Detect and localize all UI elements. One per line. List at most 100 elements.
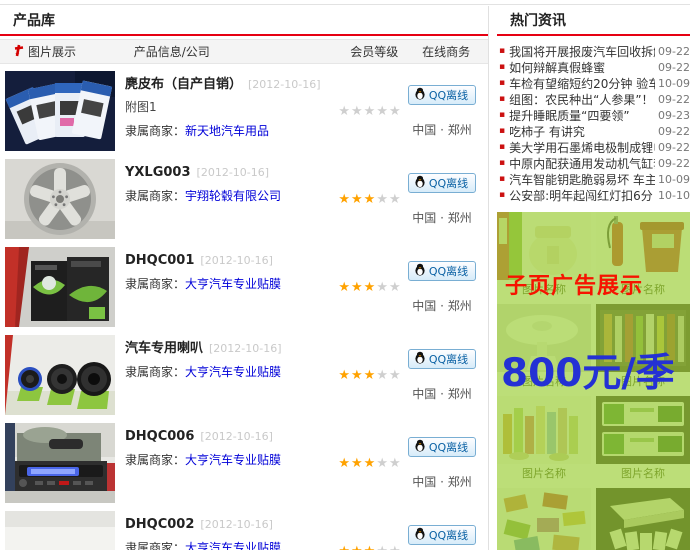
qq-penguin-icon <box>414 87 426 103</box>
qq-status-button[interactable]: QQ离线 <box>408 85 476 105</box>
news-link[interactable]: 车检有望缩短约20分钟 验车将 <box>509 75 655 92</box>
news-link[interactable]: 我国将开展报废汽车回收拆解 <box>509 43 655 60</box>
product-image-film-boxes[interactable] <box>5 247 115 327</box>
qq-status-button[interactable]: QQ离线 <box>408 173 476 193</box>
news-item[interactable]: ▪我国将开展报废汽车回收拆解09-22 <box>497 43 690 59</box>
product-image-car-stereo[interactable] <box>5 423 115 503</box>
news-date: 09-22 <box>658 125 690 138</box>
qq-penguin-icon <box>414 527 426 543</box>
product-attachment[interactable]: 附图1 <box>125 98 340 115</box>
product-image-car-product[interactable] <box>5 511 115 550</box>
sidebar: 热门资讯 ▪我国将开展报废汽车回收拆解09-22 ▪如何辩解真假蜂蜜09-22 … <box>497 6 690 550</box>
product-name[interactable]: DHQC001 <box>125 253 194 268</box>
product-library-panel: 产品库 图片展示 产品信息/公司 会员等级 在线商务 <box>0 6 489 550</box>
product-name[interactable]: YXLG003 <box>125 165 191 180</box>
rating-stars: ★★★★★ <box>338 280 401 295</box>
ad-banner[interactable]: 图片名称 图片名称 图片名称 图片名称 图片名称 <box>497 212 690 550</box>
qq-status-label: QQ离线 <box>429 351 468 367</box>
news-list: ▪我国将开展报废汽车回收拆解09-22 ▪如何辩解真假蜂蜜09-22 ▪车检有望… <box>497 43 690 203</box>
vendor-label: 隶属商家： <box>125 365 185 379</box>
product-row: DHQC001[2012-10-16] 隶属商家：大亨汽车专业贴膜 ★★★★★ … <box>0 240 488 328</box>
product-image-suede-cloth[interactable] <box>5 71 115 151</box>
news-item[interactable]: ▪ 组图：农民种出“人参果”！09-22 <box>497 91 690 107</box>
news-date: 09-22 <box>658 93 690 106</box>
qq-status-label: QQ离线 <box>429 527 468 543</box>
bullet-icon: ▪ <box>499 174 505 184</box>
rating-stars: ★★★★★ <box>338 104 401 119</box>
vendor-link[interactable]: 大亨汽车专业贴膜 <box>185 365 281 379</box>
vendor-link[interactable]: 大亨汽车专业贴膜 <box>185 453 281 467</box>
vendor-link[interactable]: 大亨汽车专业贴膜 <box>185 277 281 291</box>
news-item[interactable]: ▪公安部:明年起闯红灯扣6分 挡10-10 <box>497 187 690 203</box>
product-image-alloy-wheel[interactable] <box>5 159 115 239</box>
vendor-label: 隶属商家： <box>125 189 185 203</box>
qq-penguin-icon <box>414 263 426 279</box>
news-link[interactable]: 如何辩解真假蜂蜜 <box>509 59 655 76</box>
news-date: 10-09 <box>658 77 690 90</box>
qq-status-button[interactable]: QQ离线 <box>408 349 476 369</box>
table-header: 图片展示 产品信息/公司 会员等级 在线商务 <box>0 39 488 64</box>
product-location: 中国 · 郑州 <box>412 473 471 490</box>
product-row: 麂皮布（自产自销）[2012-10-16] 附图1 隶属商家：新天地汽车用品 ★… <box>0 64 488 152</box>
bullet-icon: ▪ <box>499 158 505 168</box>
column-header-online: 在线商务 <box>404 43 488 60</box>
column-header-image-label: 图片展示 <box>28 43 76 60</box>
product-name[interactable]: 麂皮布（自产自销） <box>125 77 242 92</box>
ad-overlay-title: 子页广告展示 <box>505 268 643 300</box>
news-item[interactable]: ▪ 汽车智能钥匙脆弱易坏 车主需10-09 <box>497 171 690 187</box>
column-header-image: 图片展示 <box>0 43 120 60</box>
news-item[interactable]: ▪美大学用石墨烯电极制成锂电09-22 <box>497 139 690 155</box>
news-date: 09-22 <box>658 45 690 58</box>
product-row: DHQC002[2012-10-16] 隶属商家：大亨汽车专业贴膜 ★★★★★ … <box>0 504 488 550</box>
qq-status-button[interactable]: QQ离线 <box>408 261 476 281</box>
rating-stars: ★★★★★ <box>338 192 401 207</box>
qq-penguin-icon <box>414 175 426 191</box>
news-link[interactable]: 中原内配获通用发动机气缸套 <box>509 155 655 172</box>
news-link[interactable]: 提升睡眠质量“四要领” <box>509 107 655 124</box>
news-item[interactable]: ▪ 吃柿子 有讲究09-22 <box>497 123 690 139</box>
news-date: 10-10 <box>658 189 690 202</box>
product-name[interactable]: 汽车专用喇叭 <box>125 341 203 356</box>
list-marker-icon <box>13 44 24 60</box>
product-date: [2012-10-16] <box>209 342 282 355</box>
product-location: 中国 · 郑州 <box>412 209 471 226</box>
bullet-icon: ▪ <box>499 94 505 104</box>
news-date: 09-23 <box>658 109 690 122</box>
news-link[interactable]: 吃柿子 有讲究 <box>509 123 655 140</box>
product-row: DHQC006[2012-10-16] 隶属商家：大亨汽车专业贴膜 ★★★★★ … <box>0 416 488 504</box>
news-item[interactable]: ▪ 车检有望缩短约20分钟 验车将10-09 <box>497 75 690 91</box>
news-item[interactable]: ▪ 中原内配获通用发动机气缸套09-22 <box>497 155 690 171</box>
news-item[interactable]: ▪如何辩解真假蜂蜜09-22 <box>497 59 690 75</box>
product-location: 中国 · 郑州 <box>412 297 471 314</box>
news-link[interactable]: 汽车智能钥匙脆弱易坏 车主需 <box>509 171 655 188</box>
news-link[interactable]: 美大学用石墨烯电极制成锂电 <box>509 139 655 156</box>
rating-stars: ★★★★★ <box>338 544 401 550</box>
news-link[interactable]: 组图：农民种出“人参果”！ <box>509 91 655 108</box>
bullet-icon: ▪ <box>499 110 505 120</box>
bullet-icon: ▪ <box>499 126 505 136</box>
news-item[interactable]: ▪ 提升睡眠质量“四要领”09-23 <box>497 107 690 123</box>
qq-status-label: QQ离线 <box>429 175 468 191</box>
product-row: 汽车专用喇叭 [2012-10-16] 隶属商家：大亨汽车专业贴膜 ★★★★★ Q… <box>0 328 488 416</box>
news-panel-title: 热门资讯 <box>497 6 690 36</box>
qq-penguin-icon <box>414 351 426 367</box>
product-date: [2012-10-16] <box>200 518 273 531</box>
vendor-link[interactable]: 宇翔轮毂有限公司 <box>185 189 281 203</box>
news-link[interactable]: 公安部:明年起闯红灯扣6分 挡 <box>509 187 655 204</box>
ad-overlay-price: 800元/季 <box>501 342 675 398</box>
product-image-car-speakers[interactable] <box>5 335 115 415</box>
news-date: 09-22 <box>658 141 690 154</box>
news-date: 10-09 <box>658 173 690 186</box>
product-info: 麂皮布（自产自销）[2012-10-16] 附图1 隶属商家：新天地汽车用品 <box>115 71 340 152</box>
rating-stars: ★★★★★ <box>338 368 401 383</box>
qq-status-button[interactable]: QQ离线 <box>408 437 476 457</box>
vendor-link[interactable]: 新天地汽车用品 <box>185 124 269 138</box>
news-date: 09-22 <box>658 157 690 170</box>
vendor-label: 隶属商家： <box>125 453 185 467</box>
rating-stars: ★★★★★ <box>338 456 401 471</box>
qq-penguin-icon <box>414 439 426 455</box>
bullet-icon: ▪ <box>499 78 505 88</box>
product-name[interactable]: DHQC006 <box>125 429 194 444</box>
product-name[interactable]: DHQC002 <box>125 517 194 532</box>
qq-status-button[interactable]: QQ离线 <box>408 525 476 545</box>
